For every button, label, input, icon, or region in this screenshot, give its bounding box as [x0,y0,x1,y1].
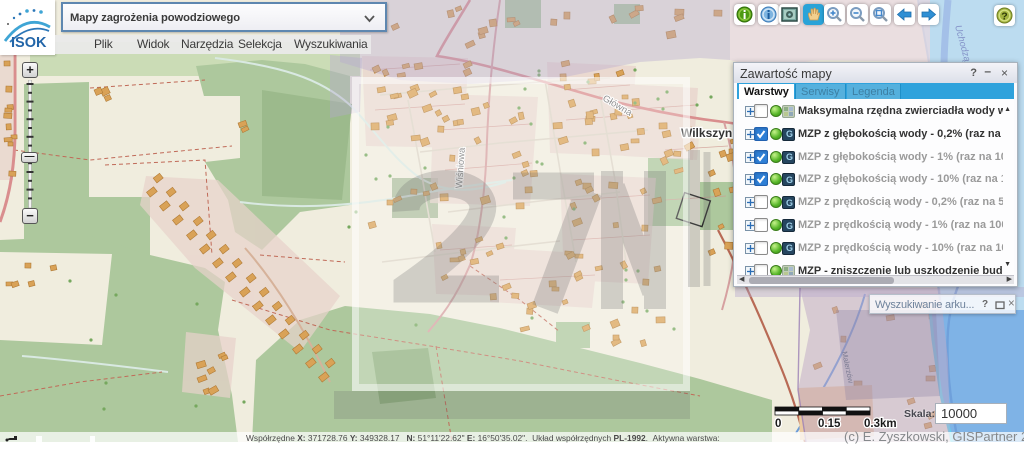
svg-text:ISOK: ISOK [11,35,47,51]
svg-text:0.15: 0.15 [818,418,841,430]
svg-text:0: 0 [775,418,781,430]
svg-text:?: ? [1001,11,1007,23]
